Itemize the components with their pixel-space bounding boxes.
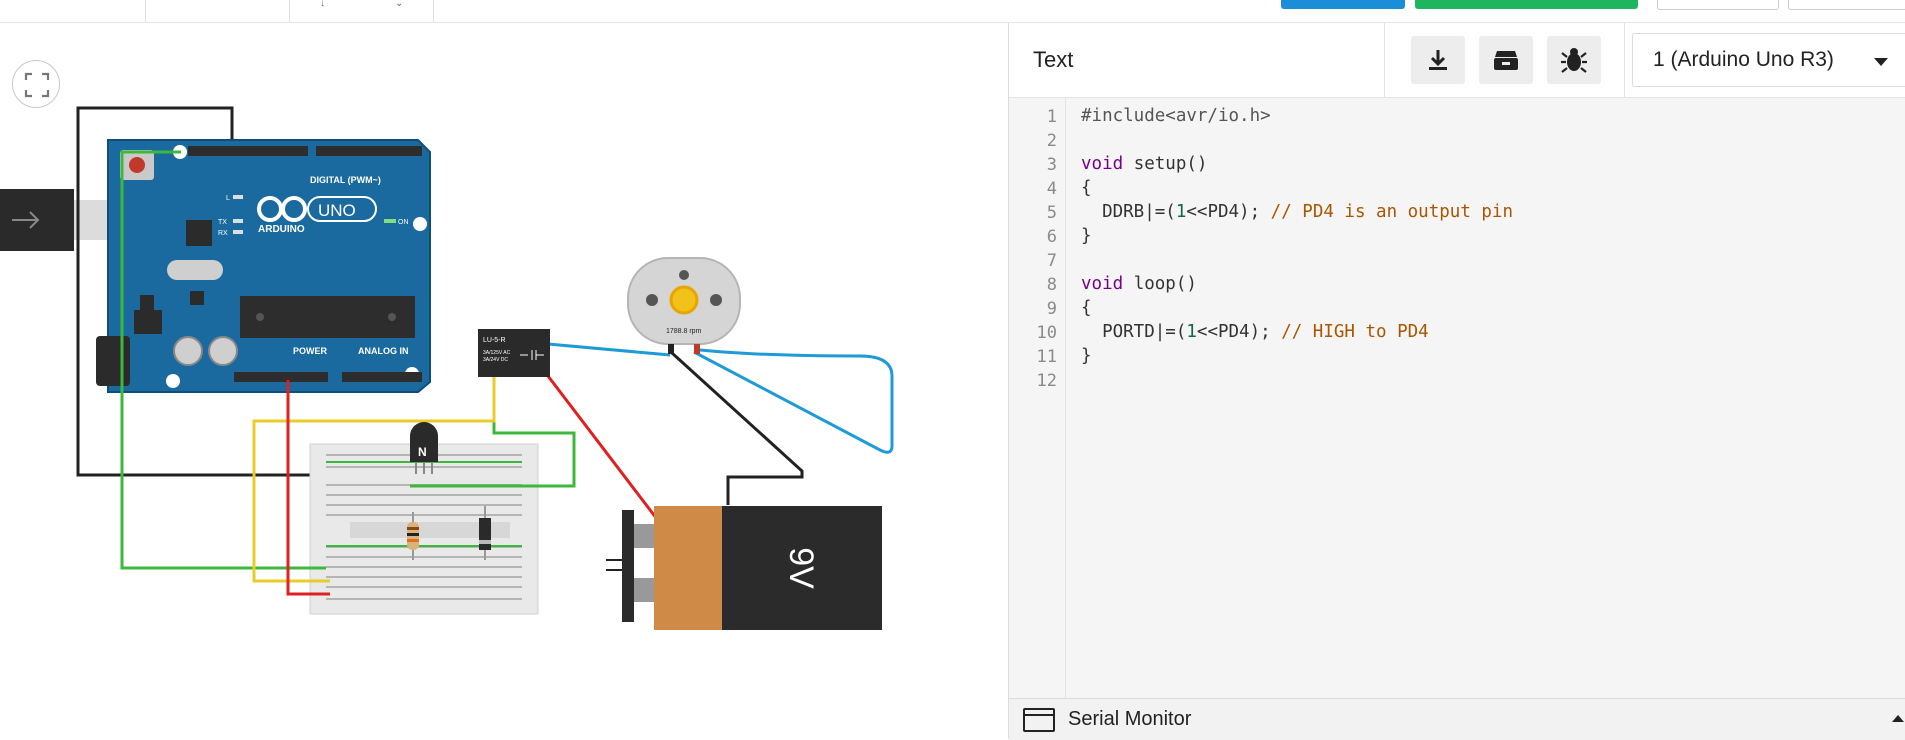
code-line[interactable]: {: [1081, 178, 1092, 198]
download-icon: [1429, 50, 1447, 70]
code-line[interactable]: void loop(): [1081, 274, 1197, 294]
reset-button: [129, 157, 145, 173]
line-number: 5: [1046, 203, 1057, 223]
code-line[interactable]: void setup(): [1081, 154, 1207, 174]
header-digital-hi: [188, 146, 308, 156]
chevron-up-icon[interactable]: [1892, 715, 1904, 722]
motor-shaft-icon: [669, 285, 699, 315]
code-editor[interactable]: 1 2 3 4 5 6 7 8 9 10 11 12 #include<avr/…: [1009, 98, 1905, 698]
start-simulation-button[interactable]: [1415, 0, 1638, 9]
serial-monitor-label: Serial Monitor: [1068, 708, 1192, 730]
svg-text:ARDUINO: ARDUINO: [258, 224, 305, 235]
terminal-icon: [1023, 708, 1055, 732]
editor-mode-dropdown[interactable]: Text: [1033, 47, 1073, 73]
line-number: 8: [1046, 275, 1057, 295]
code-line[interactable]: DDRB|=(1<<PD4); // PD4 is an output pin: [1081, 202, 1513, 222]
header-divider: [1384, 23, 1385, 97]
libraries-button[interactable]: [1479, 36, 1533, 84]
line-number: 2: [1046, 131, 1057, 151]
line-number: 9: [1046, 299, 1057, 319]
header-divider: [1624, 23, 1625, 97]
line-number: 4: [1046, 179, 1057, 199]
export-button[interactable]: [1657, 0, 1779, 10]
line-number: 3: [1046, 155, 1057, 175]
code-line[interactable]: }: [1081, 226, 1092, 246]
code-line[interactable]: }: [1081, 346, 1092, 366]
line-number: 10: [1036, 323, 1057, 343]
toolbar-divider: [289, 0, 290, 22]
line-number: 12: [1036, 371, 1057, 391]
svg-text:3A/125V AC: 3A/125V AC: [483, 350, 511, 356]
flip-icon[interactable]: ⌄: [395, 0, 403, 9]
svg-text:ANALOG IN: ANALOG IN: [358, 346, 409, 356]
debugger-button[interactable]: [1547, 36, 1601, 84]
header-analog: [342, 372, 422, 382]
capacitor-2: [208, 336, 238, 366]
circuit-scene: DIGITAL (PWM~) UNO ARDUINO L TX RX ON PO…: [0, 106, 894, 630]
code-line[interactable]: {: [1081, 298, 1092, 318]
toolbar-divider: [433, 0, 434, 22]
toolbar-divider: [145, 0, 146, 22]
battery-9v[interactable]: 9V: [606, 506, 882, 630]
svg-text:POWER: POWER: [293, 346, 328, 356]
line-number: 11: [1036, 347, 1057, 367]
dc-motor[interactable]: 1788.8 rpm: [627, 257, 741, 354]
usb-chip: [186, 220, 212, 246]
arduino-uno-board[interactable]: DIGITAL (PWM~) UNO ARDUINO L TX RX ON PO…: [96, 139, 431, 393]
device-select[interactable]: 1 (Arduino Uno R3): [1632, 33, 1905, 87]
relay[interactable]: LU-5-R 3A/125V AC 3A/24V DC: [478, 329, 550, 377]
line-number-gutter: 1 2 3 4 5 6 7 8 9 10 11 12: [1009, 98, 1066, 698]
code-line[interactable]: #include<avr/io.h>: [1081, 106, 1271, 126]
debugger-icon: [1561, 48, 1587, 73]
svg-text:9V: 9V: [782, 547, 820, 589]
svg-text:TX: TX: [218, 219, 227, 226]
serial-monitor-bar[interactable]: Serial Monitor: [1009, 698, 1905, 740]
line-number: 6: [1046, 227, 1057, 247]
header-power: [234, 372, 328, 382]
svg-text:L: L: [226, 195, 230, 202]
svg-text:UNO: UNO: [318, 201, 356, 220]
top-toolbar: ↓ ⌄: [0, 0, 1905, 23]
capacitor-1: [173, 336, 203, 366]
svg-text:RX: RX: [218, 230, 228, 237]
code-button[interactable]: [1281, 0, 1405, 9]
code-panel: Text 1 (Arduino Uno R3) 1 2 3 4 5 6 7 8 …: [1008, 23, 1905, 740]
line-number: 1: [1046, 107, 1057, 127]
power-jack: [96, 336, 130, 386]
svg-text:3A/24V DC: 3A/24V DC: [483, 357, 508, 363]
header-digital-lo: [316, 146, 422, 156]
line-number: 7: [1046, 251, 1057, 271]
svg-text:ON: ON: [398, 219, 409, 226]
wire-red-battery: [546, 375, 662, 524]
download-code-button[interactable]: [1411, 36, 1465, 84]
code-line[interactable]: PORTD|=(1<<PD4); // HIGH to PD4: [1081, 322, 1429, 342]
svg-text:LU-5-R: LU-5-R: [483, 337, 506, 344]
chevron-down-icon: [1874, 58, 1888, 66]
svg-text:N: N: [418, 445, 427, 459]
device-select-value: 1 (Arduino Uno R3): [1653, 48, 1834, 71]
circuit-canvas[interactable]: DIGITAL (PWM~) UNO ARDUINO L TX RX ON PO…: [0, 23, 1008, 739]
library-icon: [1494, 51, 1518, 70]
rotate-icon[interactable]: ↓: [320, 0, 325, 9]
code-panel-header: Text 1 (Arduino Uno R3): [1009, 23, 1905, 98]
label-digital: DIGITAL (PWM~): [310, 175, 381, 185]
crystal: [167, 260, 223, 280]
share-button[interactable]: [1788, 0, 1905, 10]
regulator: [134, 310, 162, 334]
svg-text:1788.8 rpm: 1788.8 rpm: [666, 328, 702, 335]
